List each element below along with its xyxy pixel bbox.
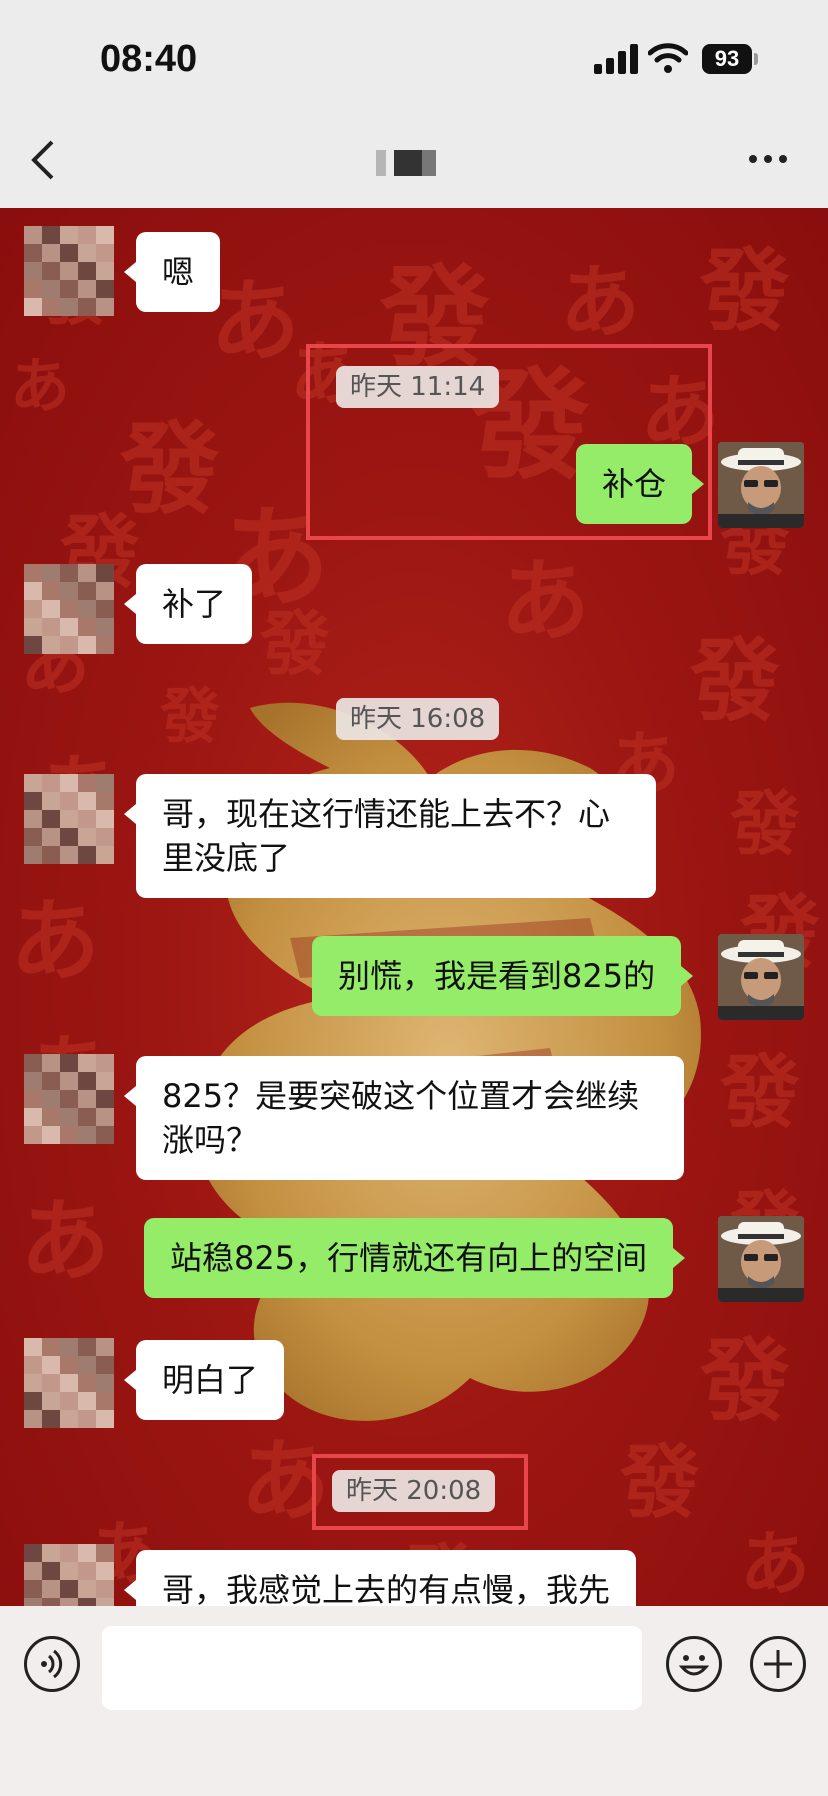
wallpaper-character: あ <box>10 352 70 422</box>
timestamp: 昨天 20:08 <box>332 1470 496 1512</box>
wallpaper-character: 發 <box>730 782 800 865</box>
emoji-icon[interactable] <box>666 1636 722 1692</box>
wallpaper-character: 發 <box>700 238 790 344</box>
message-bubble-incoming[interactable]: 嗯 <box>123 232 221 312</box>
wallpaper-character: あ <box>500 548 590 654</box>
wifi-icon <box>648 43 688 73</box>
chevron-left-icon[interactable] <box>28 138 68 188</box>
timestamp: 昨天 11:14 <box>336 366 500 408</box>
wallpaper-character: 發 <box>720 1045 800 1139</box>
wallpaper-character: あ <box>10 888 100 994</box>
wallpaper-character: あ <box>210 268 300 374</box>
contact-avatar[interactable] <box>24 1054 114 1144</box>
battery-indicator: 93 <box>702 44 752 74</box>
status-bar: 08:40 93 <box>0 0 828 120</box>
message-bubble-outgoing[interactable]: 补仓 <box>576 444 705 524</box>
chat-header <box>0 120 828 208</box>
message-bubble-incoming[interactable]: 明白了 <box>123 1340 285 1420</box>
message-bubble-outgoing[interactable]: 站稳825，行情就还有向上的空间 <box>144 1218 686 1298</box>
contact-avatar[interactable] <box>24 1544 114 1606</box>
contact-avatar[interactable] <box>24 1338 114 1428</box>
status-time: 08:40 <box>100 38 198 80</box>
contact-name-redacted <box>376 150 440 176</box>
timestamp: 昨天 16:08 <box>336 698 500 740</box>
user-avatar[interactable] <box>718 442 804 528</box>
more-dots-icon[interactable] <box>748 134 788 194</box>
user-avatar[interactable] <box>718 1216 804 1302</box>
message-input-bar <box>0 1606 828 1796</box>
message-bubble-incoming[interactable]: 哥，现在这行情还能上去不？心 里没底了 <box>124 774 656 898</box>
avatar-photo-icon <box>718 442 804 528</box>
message-bubble-incoming[interactable]: 补了 <box>123 564 253 644</box>
contact-avatar[interactable] <box>24 774 114 864</box>
chat-message-area[interactable]: 發あ發あ發あ發あ發あ發あ發あ發あ發あ發あ發あ發あ發あ發あ發あ發あ發あ 嗯 昨天 … <box>0 208 828 1606</box>
user-avatar[interactable] <box>718 934 804 1020</box>
contact-avatar[interactable] <box>24 564 114 654</box>
voice-icon[interactable] <box>24 1636 80 1692</box>
plus-icon[interactable] <box>750 1636 806 1692</box>
contact-avatar[interactable] <box>24 226 114 316</box>
message-bubble-incoming[interactable]: 哥，我感觉上去的有点慢，我先 <box>123 1550 637 1606</box>
wallpaper-character: あ <box>20 1188 110 1294</box>
wallpaper-character: あ <box>740 1522 810 1605</box>
avatar-photo-icon <box>718 934 804 1020</box>
battery-tip <box>754 53 758 65</box>
wallpaper-character: 發 <box>260 602 330 685</box>
message-input[interactable] <box>102 1626 642 1710</box>
avatar-photo-icon <box>718 1216 804 1302</box>
message-bubble-outgoing[interactable]: 别慌，我是看到825的 <box>312 936 694 1016</box>
cellular-signal-icon <box>594 44 638 74</box>
message-bubble-incoming[interactable]: 825？是要突破这个位置才会继续 涨吗？ <box>124 1056 684 1180</box>
